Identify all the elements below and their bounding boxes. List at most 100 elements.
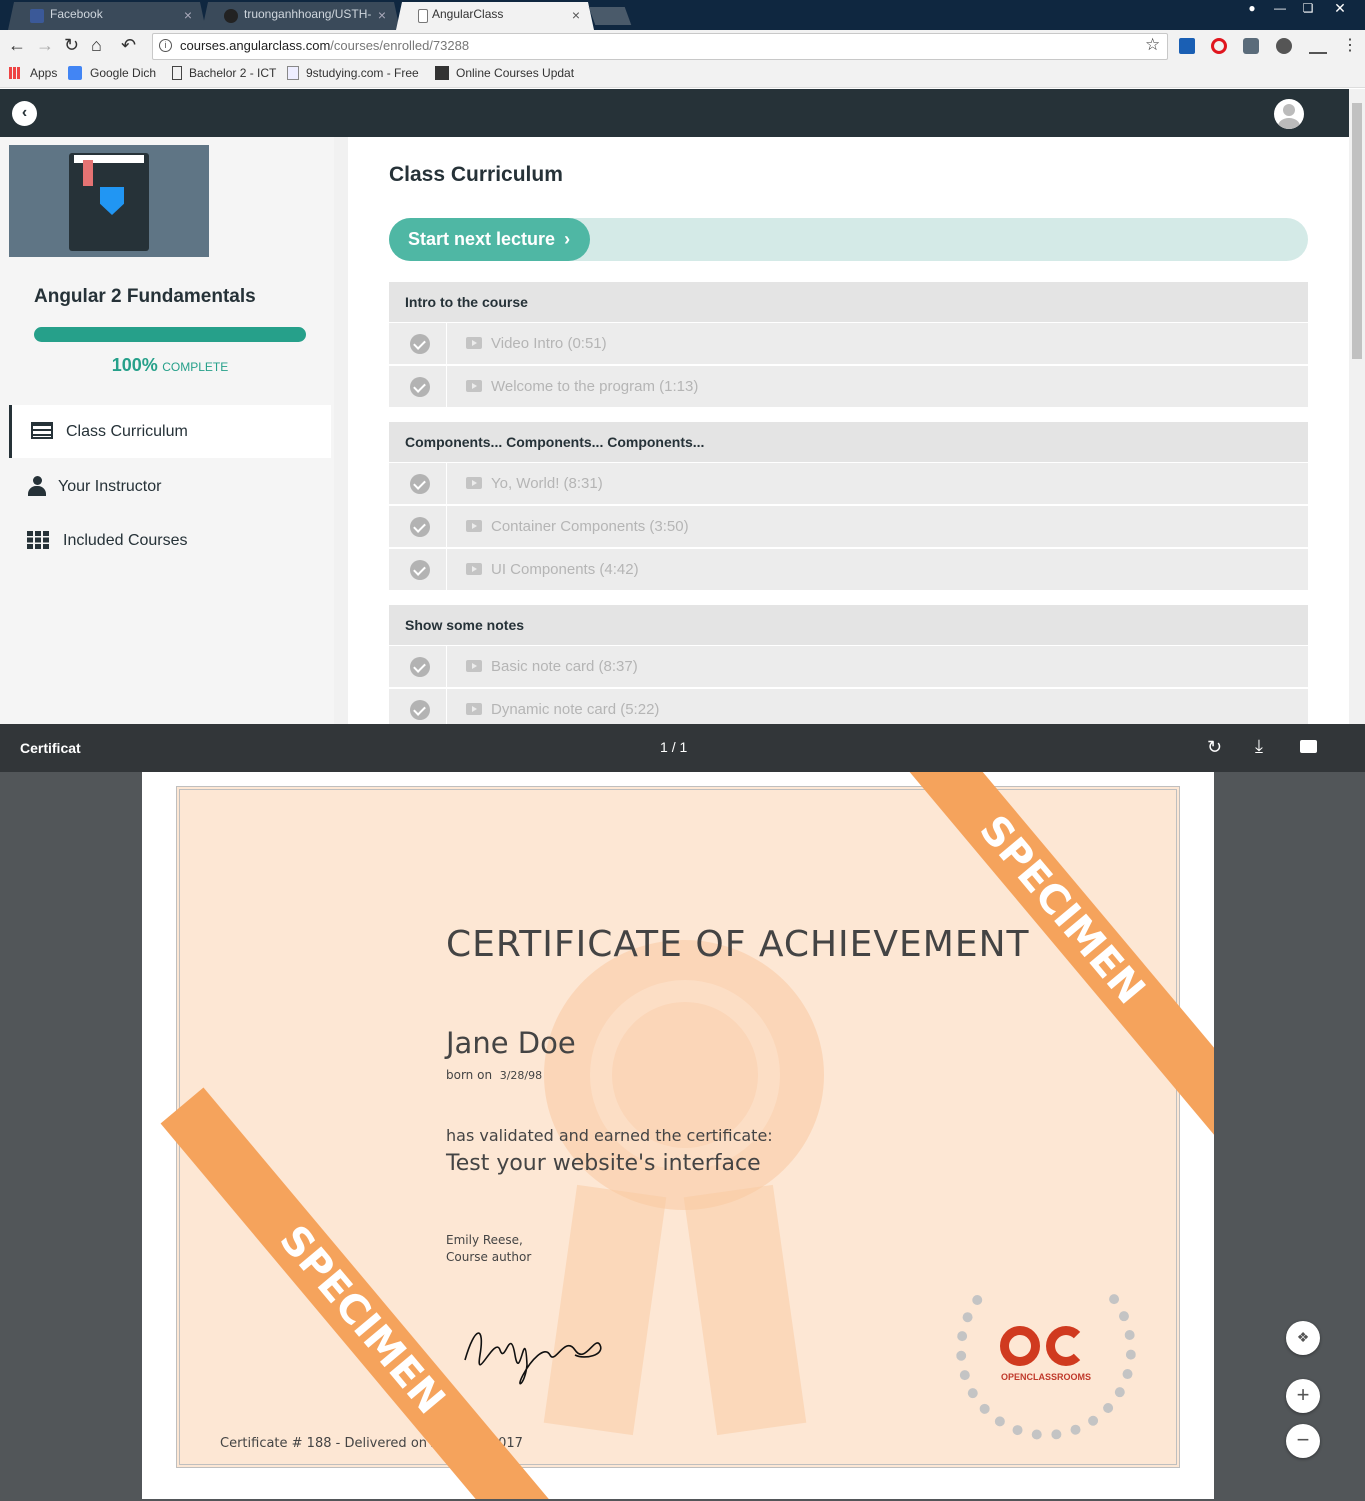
tab-label: truonganhhoang/USTH- bbox=[244, 7, 372, 21]
fit-page-button[interactable]: ❖ bbox=[1286, 1321, 1320, 1355]
home-icon[interactable]: ⌂ bbox=[91, 35, 102, 56]
profile-icon[interactable]: ● bbox=[1238, 0, 1266, 18]
born-label: born on bbox=[446, 1068, 493, 1082]
course-title: Angular 2 Fundamentals bbox=[34, 286, 256, 307]
check-icon[interactable] bbox=[410, 377, 430, 397]
video-icon bbox=[466, 563, 482, 575]
close-tab-icon[interactable]: × bbox=[184, 7, 192, 23]
bookmark-bachelor[interactable]: Bachelor 2 - ICT bbox=[189, 66, 276, 80]
tab-angularclass[interactable]: AngularClass × bbox=[396, 2, 594, 30]
video-icon bbox=[466, 337, 482, 349]
section-header: Components... Components... Components..… bbox=[389, 422, 1308, 462]
check-icon[interactable] bbox=[410, 334, 430, 354]
nav-included-courses[interactable]: Included Courses bbox=[9, 514, 331, 567]
born-date: 3/28/98 bbox=[499, 1069, 543, 1082]
video-icon bbox=[466, 660, 482, 672]
check-icon[interactable] bbox=[410, 474, 430, 494]
author-role: Course author bbox=[446, 1250, 532, 1264]
check-icon[interactable] bbox=[410, 560, 430, 580]
section-header: Intro to the course bbox=[389, 282, 1308, 322]
url-host: courses.angularclass.com bbox=[180, 38, 331, 53]
back-circle-icon[interactable]: ‹ bbox=[12, 101, 37, 126]
tab-github[interactable]: truonganhhoang/USTH- × bbox=[202, 2, 400, 30]
new-tab-button[interactable] bbox=[588, 7, 632, 25]
page-icon bbox=[418, 9, 428, 23]
page-title: Class Curriculum bbox=[389, 163, 563, 186]
course-name: Test your website's interface bbox=[446, 1151, 761, 1176]
close-window-button[interactable]: ✕ bbox=[1322, 0, 1358, 18]
lecture-row[interactable]: Dynamic note card (5:22) bbox=[389, 689, 1308, 724]
restore-button[interactable]: ❏ bbox=[1294, 0, 1322, 18]
bookmark-apps[interactable]: Apps bbox=[30, 66, 57, 80]
zoom-out-button[interactable]: − bbox=[1286, 1424, 1320, 1458]
page-current[interactable]: 1 bbox=[660, 739, 668, 755]
button-label: Start next lecture bbox=[408, 229, 556, 249]
author-name: Emily Reese, bbox=[446, 1233, 523, 1247]
list-icon bbox=[31, 422, 53, 439]
pdf-title: Certificat bbox=[20, 740, 81, 756]
page-total: 1 bbox=[679, 739, 688, 755]
star-icon[interactable]: ☆ bbox=[1145, 35, 1160, 55]
tab-label: Facebook bbox=[50, 7, 103, 21]
check-icon[interactable] bbox=[410, 700, 430, 720]
lecture-row[interactable]: Video Intro (0:51) bbox=[389, 323, 1308, 364]
page-scrollbar[interactable] bbox=[1349, 89, 1365, 724]
rotate-icon[interactable]: ↻ bbox=[1207, 737, 1222, 758]
chevron-right-icon: › bbox=[564, 229, 571, 249]
progress-percent: 100% bbox=[111, 355, 158, 375]
bookmark-google-dich[interactable]: Google Dich bbox=[90, 66, 156, 80]
lecture-row[interactable]: Welcome to the program (1:13) bbox=[389, 366, 1308, 407]
lecture-row[interactable]: Yo, World! (8:31) bbox=[389, 463, 1308, 504]
print-icon[interactable] bbox=[1300, 740, 1317, 753]
lecture-title: Yo, World! (8:31) bbox=[491, 475, 603, 492]
url-path: /courses/enrolled/73288 bbox=[330, 38, 470, 53]
sidebar-scrollbar[interactable] bbox=[334, 137, 348, 724]
certificate-heading: CERTIFICATE OF ACHIEVEMENT bbox=[446, 924, 1030, 965]
user-icon bbox=[28, 476, 46, 496]
progress-bar bbox=[34, 327, 306, 342]
bookmark-9studying[interactable]: 9studying.com - Free bbox=[306, 66, 419, 80]
extension-j-icon[interactable] bbox=[1179, 38, 1195, 54]
lecture-title: Dynamic note card (5:22) bbox=[491, 701, 660, 718]
signature bbox=[464, 1332, 602, 1385]
back-icon[interactable]: ← bbox=[8, 35, 26, 56]
page-separator: / bbox=[671, 739, 676, 755]
close-tab-icon[interactable]: × bbox=[572, 7, 580, 23]
check-icon[interactable] bbox=[410, 657, 430, 677]
avatar[interactable] bbox=[1274, 99, 1304, 129]
angular-extension-icon[interactable] bbox=[1276, 38, 1292, 54]
lecture-row[interactable]: UI Components (4:42) bbox=[389, 549, 1308, 590]
minimize-button[interactable]: — bbox=[1266, 0, 1294, 18]
shield-extension-icon[interactable] bbox=[1243, 38, 1259, 54]
info-icon[interactable]: i bbox=[159, 39, 172, 52]
born-line: born on 3/28/98 bbox=[446, 1068, 542, 1082]
zoom-in-button[interactable]: + bbox=[1286, 1379, 1320, 1413]
page-icon bbox=[172, 66, 182, 80]
inbox-extension-icon[interactable] bbox=[1309, 38, 1327, 54]
video-icon bbox=[466, 380, 482, 392]
nav-class-curriculum[interactable]: Class Curriculum bbox=[9, 405, 331, 458]
logo-text: OPENCLASSROOMS bbox=[1000, 1372, 1091, 1382]
app-header bbox=[0, 89, 1349, 137]
opera-icon[interactable] bbox=[1211, 38, 1227, 54]
lecture-title: Container Components (3:50) bbox=[491, 518, 689, 535]
lecture-title: Welcome to the program (1:13) bbox=[491, 378, 699, 395]
validated-text: has validated and earned the certificate… bbox=[446, 1126, 773, 1145]
url-text[interactable]: courses.angularclass.com/courses/enrolle… bbox=[180, 38, 469, 53]
lecture-row[interactable]: Container Components (3:50) bbox=[389, 506, 1308, 547]
undo-icon[interactable]: ↶ bbox=[121, 35, 136, 56]
reload-icon[interactable]: ↻ bbox=[64, 35, 79, 56]
page-indicator: 1 / 1 bbox=[660, 739, 687, 755]
menu-icon[interactable]: ⋮ bbox=[1342, 35, 1358, 55]
openclassrooms-logo: OPENCLASSROOMS bbox=[956, 1260, 1136, 1440]
tab-facebook[interactable]: Facebook × bbox=[8, 2, 206, 30]
google-translate-icon bbox=[68, 66, 82, 80]
bookmark-online-courses[interactable]: Online Courses Updat bbox=[456, 66, 574, 80]
check-icon[interactable] bbox=[410, 517, 430, 537]
nav-your-instructor[interactable]: Your Instructor bbox=[9, 460, 331, 513]
forward-icon[interactable]: → bbox=[36, 35, 54, 56]
close-tab-icon[interactable]: × bbox=[378, 7, 386, 23]
start-next-lecture-button[interactable]: Start next lecture › bbox=[389, 218, 590, 261]
download-icon[interactable]: ⤓ bbox=[1255, 736, 1263, 757]
lecture-row[interactable]: Basic note card (8:37) bbox=[389, 646, 1308, 687]
